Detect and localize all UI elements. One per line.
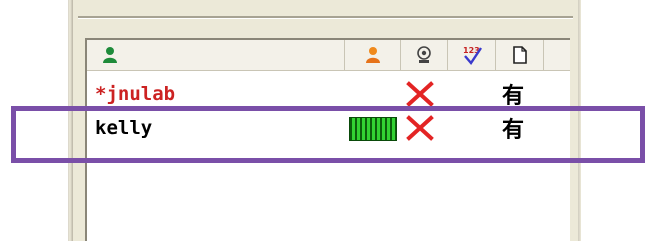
list-header: 123 — [87, 40, 570, 71]
column-header-presence[interactable] — [345, 40, 401, 70]
user-orange-icon — [365, 47, 380, 63]
top-separator — [78, 16, 573, 18]
contact-name: *jnulab — [95, 83, 176, 105]
column-header-webcam[interactable] — [401, 40, 448, 70]
selection-highlight — [11, 106, 645, 163]
file-icon — [512, 46, 527, 64]
webcam-icon — [417, 46, 431, 63]
column-header-name[interactable] — [87, 40, 345, 70]
user-green-icon — [103, 47, 117, 63]
number-check-icon: 123 — [463, 46, 482, 65]
top-panel — [73, 0, 578, 30]
column-header-number[interactable]: 123 — [448, 40, 496, 70]
column-header-file[interactable] — [496, 40, 544, 70]
